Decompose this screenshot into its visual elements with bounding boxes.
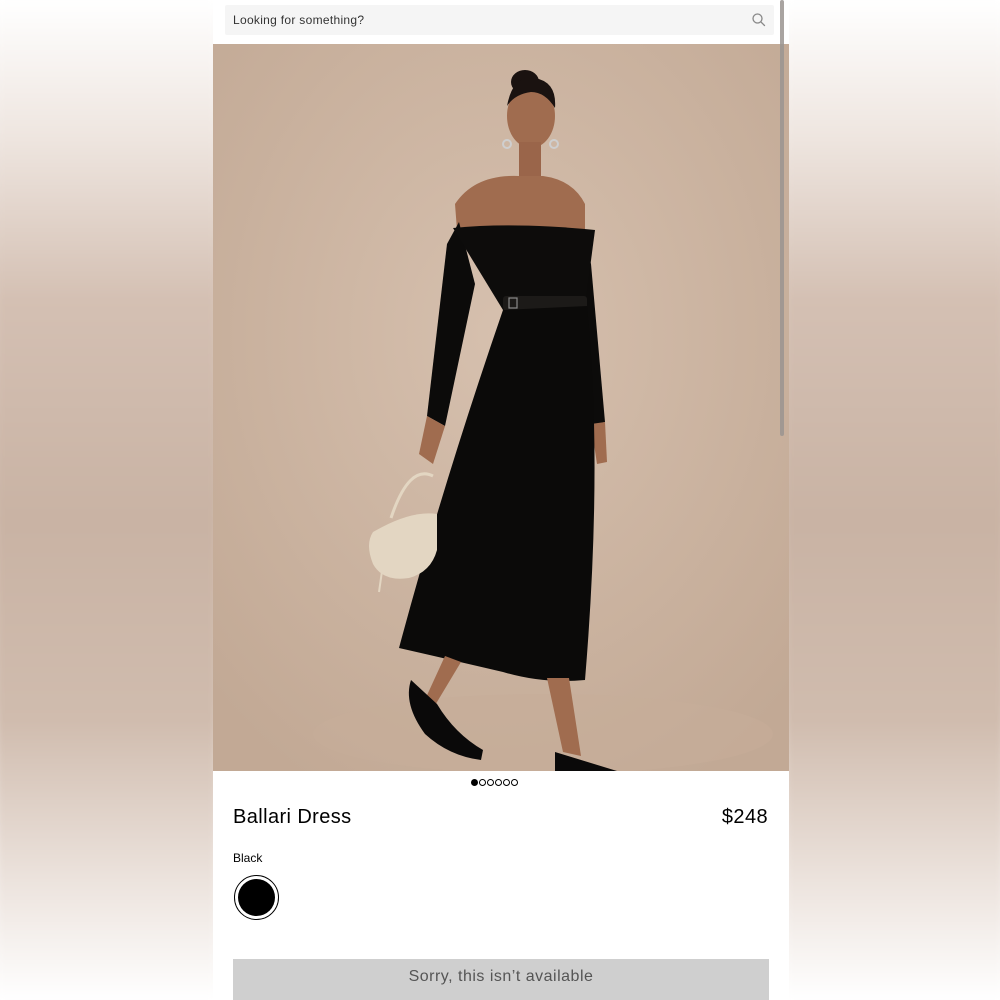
carousel-dot-2[interactable] — [479, 779, 486, 786]
product-photo[interactable] — [213, 44, 789, 771]
unavailable-button[interactable]: Sorry, this isn’t available — [233, 959, 769, 1000]
carousel-dot-4[interactable] — [495, 779, 502, 786]
carousel-dot-3[interactable] — [487, 779, 494, 786]
carousel-dot-1[interactable] — [471, 779, 478, 786]
search-icon[interactable] — [751, 12, 767, 28]
product-page: Looking for something? Ballari Dress $24… — [213, 0, 789, 1000]
product-title: Ballari Dress — [233, 806, 352, 828]
background-blur-right — [789, 0, 1000, 1000]
search-bar[interactable]: Looking for something? — [225, 5, 774, 35]
page-scrollbar[interactable] — [780, 0, 784, 436]
model-illustration — [213, 44, 789, 771]
carousel-dot-5[interactable] — [503, 779, 510, 786]
color-swatch-black[interactable] — [234, 875, 279, 920]
color-swatch-fill — [238, 879, 275, 916]
product-price: $248 — [721, 806, 768, 828]
carousel-dot-6[interactable] — [511, 779, 518, 786]
carousel-indicator[interactable] — [471, 779, 518, 786]
search-input-placeholder[interactable]: Looking for something? — [233, 13, 364, 27]
selected-color-label: Black — [233, 851, 263, 865]
background-blur-left — [0, 0, 213, 1000]
